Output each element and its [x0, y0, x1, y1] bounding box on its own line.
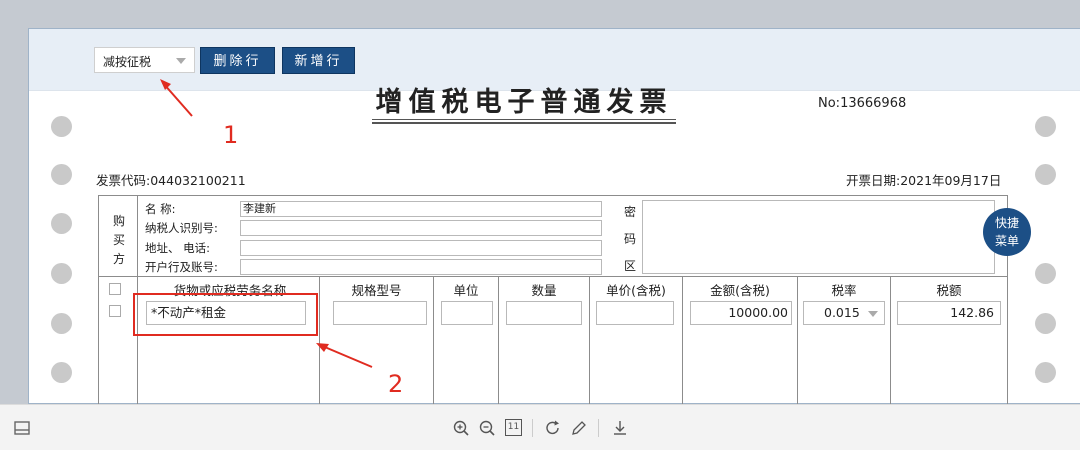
invoice-code-value: 044032100211 — [150, 173, 246, 188]
tax-rate-select[interactable]: 0.015 — [803, 301, 885, 325]
perforation-hole — [51, 164, 72, 185]
delete-row-button[interactable]: 删除行 — [200, 47, 275, 74]
buyer-taxid-field[interactable] — [240, 220, 602, 236]
col-header-price: 单价(含税) — [606, 283, 666, 298]
title-underline — [372, 122, 676, 124]
buyer-name-label: 名 称: — [145, 202, 176, 216]
buyer-address-label: 地址、 电话: — [145, 241, 211, 255]
divider — [98, 276, 1008, 277]
edit-pen-icon[interactable] — [570, 419, 588, 437]
viewer-toolbar: 11 — [0, 404, 1080, 450]
cipher-area — [642, 200, 995, 274]
invoice-code-label: 发票代码: — [96, 173, 151, 188]
select-all-checkbox[interactable] — [109, 283, 121, 295]
annotation-box-2 — [133, 293, 318, 336]
quick-menu-line2: 菜单 — [994, 234, 1019, 248]
divider — [598, 419, 599, 437]
buyer-address-field[interactable] — [240, 240, 602, 256]
chevron-down-icon — [868, 311, 878, 317]
tax-rate-value: 0.015 — [824, 305, 860, 320]
page-fit-icon[interactable]: 11 — [505, 419, 522, 436]
buyer-label-1: 购 — [112, 214, 125, 228]
invoice-number-value: 13666968 — [840, 96, 907, 111]
cipher-label-3: 区 — [624, 259, 637, 273]
row-checkbox[interactable] — [109, 305, 121, 317]
invoice-date-value: 2021年09月17日 — [900, 173, 1002, 188]
col-header-amount: 金额(含税) — [710, 283, 770, 298]
perforation-hole — [1035, 362, 1056, 383]
amount-input[interactable]: 10000.00 — [690, 301, 792, 325]
invoice-number: No:13666968 — [818, 96, 906, 111]
col-header-unit: 单位 — [453, 283, 479, 298]
invoice-number-label: No: — [818, 96, 841, 111]
perforation-hole — [1035, 164, 1056, 185]
invoice-date-label: 开票日期: — [846, 173, 901, 188]
rotate-icon[interactable] — [544, 419, 562, 437]
col-header-rate: 税率 — [831, 283, 857, 298]
buyer-label-2: 买 — [112, 233, 125, 247]
col-header-qty: 数量 — [531, 283, 557, 298]
annotation-label-1: 1 — [223, 121, 239, 149]
cipher-label-1: 密 — [624, 205, 637, 219]
download-icon[interactable] — [611, 419, 629, 437]
quantity-input[interactable] — [506, 301, 582, 325]
perforation-hole — [51, 213, 72, 234]
col-header-spec: 规格型号 — [351, 283, 402, 298]
invoice-title: 增值税电子普通发票 — [375, 87, 673, 118]
zoom-out-icon[interactable] — [478, 419, 496, 437]
invoice-code: 发票代码:044032100211 — [96, 170, 246, 189]
perforation-hole — [1035, 263, 1056, 284]
quick-menu-button[interactable]: 快捷 菜单 — [983, 208, 1031, 256]
perforation-hole — [51, 362, 72, 383]
title-underline — [372, 119, 676, 120]
divider — [532, 419, 533, 437]
col-header-tax: 税额 — [936, 283, 962, 298]
buyer-bank-field[interactable] — [240, 259, 602, 275]
buyer-name-field[interactable]: 李建新 — [240, 201, 602, 217]
buyer-taxid-label: 纳税人识别号: — [145, 221, 218, 235]
unit-price-input[interactable] — [596, 301, 674, 325]
annotation-label-2: 2 — [388, 370, 404, 398]
spec-input[interactable] — [333, 301, 427, 325]
tax-mode-select-value: 减按征税 — [103, 55, 152, 69]
zoom-in-icon[interactable] — [452, 419, 470, 437]
perforation-hole — [51, 263, 72, 284]
add-row-button[interactable]: 新增行 — [282, 47, 355, 74]
buyer-label-3: 方 — [112, 252, 125, 266]
tax-mode-select[interactable]: 减按征税 — [94, 47, 195, 73]
quick-menu-line1: 快捷 — [994, 216, 1019, 230]
perforation-hole — [1035, 313, 1056, 334]
buyer-bank-label: 开户行及账号: — [145, 260, 218, 274]
sidebar-toggle-icon[interactable] — [13, 419, 31, 437]
unit-input[interactable] — [441, 301, 493, 325]
perforation-hole — [1035, 116, 1056, 137]
invoice-date: 开票日期:2021年09月17日 — [846, 170, 1001, 189]
tax-amount-input[interactable]: 142.86 — [897, 301, 1001, 325]
perforation-hole — [51, 116, 72, 137]
chevron-down-icon — [176, 58, 186, 64]
perforation-hole — [51, 313, 72, 334]
cipher-label-2: 码 — [624, 232, 637, 246]
